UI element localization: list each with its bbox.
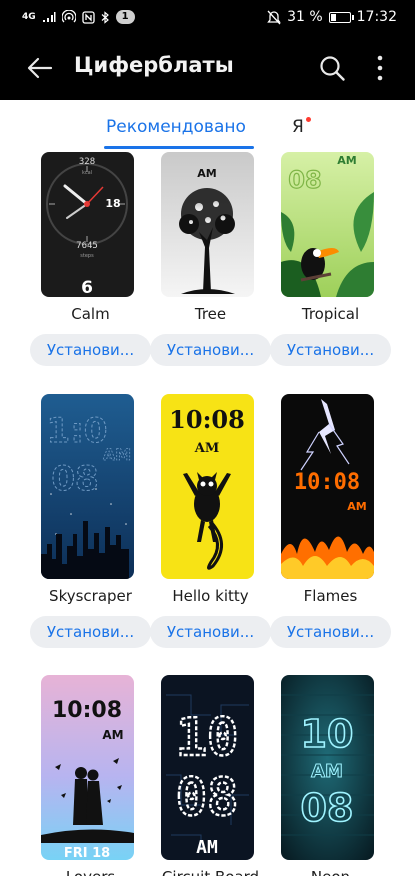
tab-indicator	[104, 146, 254, 149]
calm-bottom-number: 6	[81, 278, 93, 297]
tab-me[interactable]: Я	[292, 117, 304, 137]
calm-steps-label: steps	[80, 253, 94, 259]
silent-bell-icon	[267, 10, 281, 24]
install-button[interactable]: Установи...	[150, 334, 271, 366]
watchface-name: Flames	[303, 587, 358, 605]
battery-icon	[328, 11, 354, 23]
watchface-card[interactable]: AM 08 Tropical Установи...	[270, 152, 394, 366]
page-title: Циферблаты	[74, 53, 234, 77]
flames-time: 10:08	[294, 470, 360, 495]
search-icon[interactable]	[316, 52, 348, 84]
tree-am-label: AM	[197, 167, 216, 180]
watchface-preview-circuit-board[interactable]: 10 08 AM	[161, 675, 254, 860]
watchface-preview-neon[interactable]: 10 AM 08	[281, 675, 374, 860]
flames-am: AM	[347, 500, 366, 513]
network-label: 4G	[22, 12, 36, 22]
watchface-card[interactable]: 1:0 AM 08 Skyscraper Установи...	[30, 394, 154, 648]
watchface-preview-lovers[interactable]: 10:08 AM FRI 18	[41, 675, 134, 860]
tab-bar: Рекомендовано Я	[0, 100, 415, 152]
watchface-card[interactable]: 328 kcal 18 7645 steps 6 Calm Установи..…	[30, 152, 154, 366]
watchface-name: Neon	[270, 868, 391, 876]
watchface-name: Tree	[194, 305, 227, 323]
watchface-name: Tropical	[301, 305, 360, 323]
bluetooth-icon	[101, 10, 109, 24]
watchface-name: Hello kitty	[172, 587, 249, 605]
watchface-card[interactable]: 10 08 AM Circuit Board	[154, 675, 274, 876]
neon-minutes: 08	[301, 786, 354, 830]
signal-icon	[42, 12, 56, 22]
watchface-card[interactable]: AM Tree Установи...	[150, 152, 274, 366]
notification-count-badge: 1	[115, 10, 135, 24]
watchface-preview-flames[interactable]: 10:08 AM	[281, 394, 374, 579]
watchface-preview-calm[interactable]: 328 kcal 18 7645 steps 6	[41, 152, 134, 297]
tropical-am-label: AM	[337, 154, 356, 167]
watchface-card[interactable]: 10:08 AM Flames Установи...	[270, 394, 394, 648]
watchface-name: Calm	[71, 305, 110, 323]
circuit-hours: 10	[176, 708, 239, 768]
install-button[interactable]: Установи...	[30, 616, 151, 648]
neon-hours: 10	[301, 712, 354, 756]
watchface-preview-tree[interactable]: AM	[161, 152, 254, 297]
install-button[interactable]: Установи...	[270, 334, 391, 366]
calm-kcal-label: kcal	[82, 170, 92, 176]
watchface-grid: 328 kcal 18 7645 steps 6 Calm Установи..…	[0, 152, 415, 876]
install-button[interactable]: Установи...	[30, 334, 151, 366]
app-bar: Циферблаты	[0, 36, 415, 100]
watchface-card[interactable]: 10 AM 08 Neon	[274, 675, 394, 876]
watchface-card[interactable]: 10:08 AM FRI 18 Lovers	[34, 675, 154, 876]
hotspot-icon	[61, 10, 76, 23]
clock: 17:32	[356, 9, 397, 25]
status-bar: 4G 1 31 % 17:32	[0, 0, 415, 36]
circuit-minutes: 08	[176, 768, 239, 828]
new-badge-dot	[306, 117, 311, 122]
lovers-time: 10:08	[52, 698, 122, 723]
watchface-preview-skyscraper[interactable]: 1:0 AM 08	[41, 394, 134, 579]
neon-am: AM	[311, 761, 343, 782]
watchface-name: Circuit Board	[150, 868, 271, 876]
install-button[interactable]: Установи...	[150, 616, 271, 648]
battery-percent: 31 %	[287, 9, 323, 25]
arrow-left-icon[interactable]	[24, 52, 56, 84]
watchface-preview-hello-kitty[interactable]: 10:08 AM	[161, 394, 254, 579]
watchface-name: Lovers	[30, 868, 151, 876]
install-button[interactable]: Установи...	[270, 616, 391, 648]
kitty-am: AM	[194, 441, 219, 456]
tab-recommended[interactable]: Рекомендовано	[106, 117, 246, 137]
more-vertical-icon[interactable]	[370, 52, 390, 84]
calm-steps-value: 7645	[76, 241, 98, 251]
watchface-preview-tropical[interactable]: AM 08	[281, 152, 374, 297]
lovers-date: FRI 18	[64, 846, 110, 860]
calm-date-value: 18	[105, 197, 120, 210]
skyscraper-hours: 1:0	[47, 411, 108, 451]
nfc-icon	[82, 10, 95, 24]
skyscraper-minutes: 08	[51, 459, 98, 499]
watchface-name: Skyscraper	[49, 587, 132, 605]
calm-kcal-value: 328	[79, 157, 95, 167]
skyscraper-am: AM	[103, 445, 131, 464]
lovers-am: AM	[102, 728, 123, 742]
tropical-minutes: 08	[288, 166, 321, 194]
circuit-am: AM	[196, 837, 218, 858]
watchface-card[interactable]: 10:08 AM Hello kitty Установи...	[150, 394, 274, 648]
kitty-time: 10:08	[169, 405, 245, 434]
